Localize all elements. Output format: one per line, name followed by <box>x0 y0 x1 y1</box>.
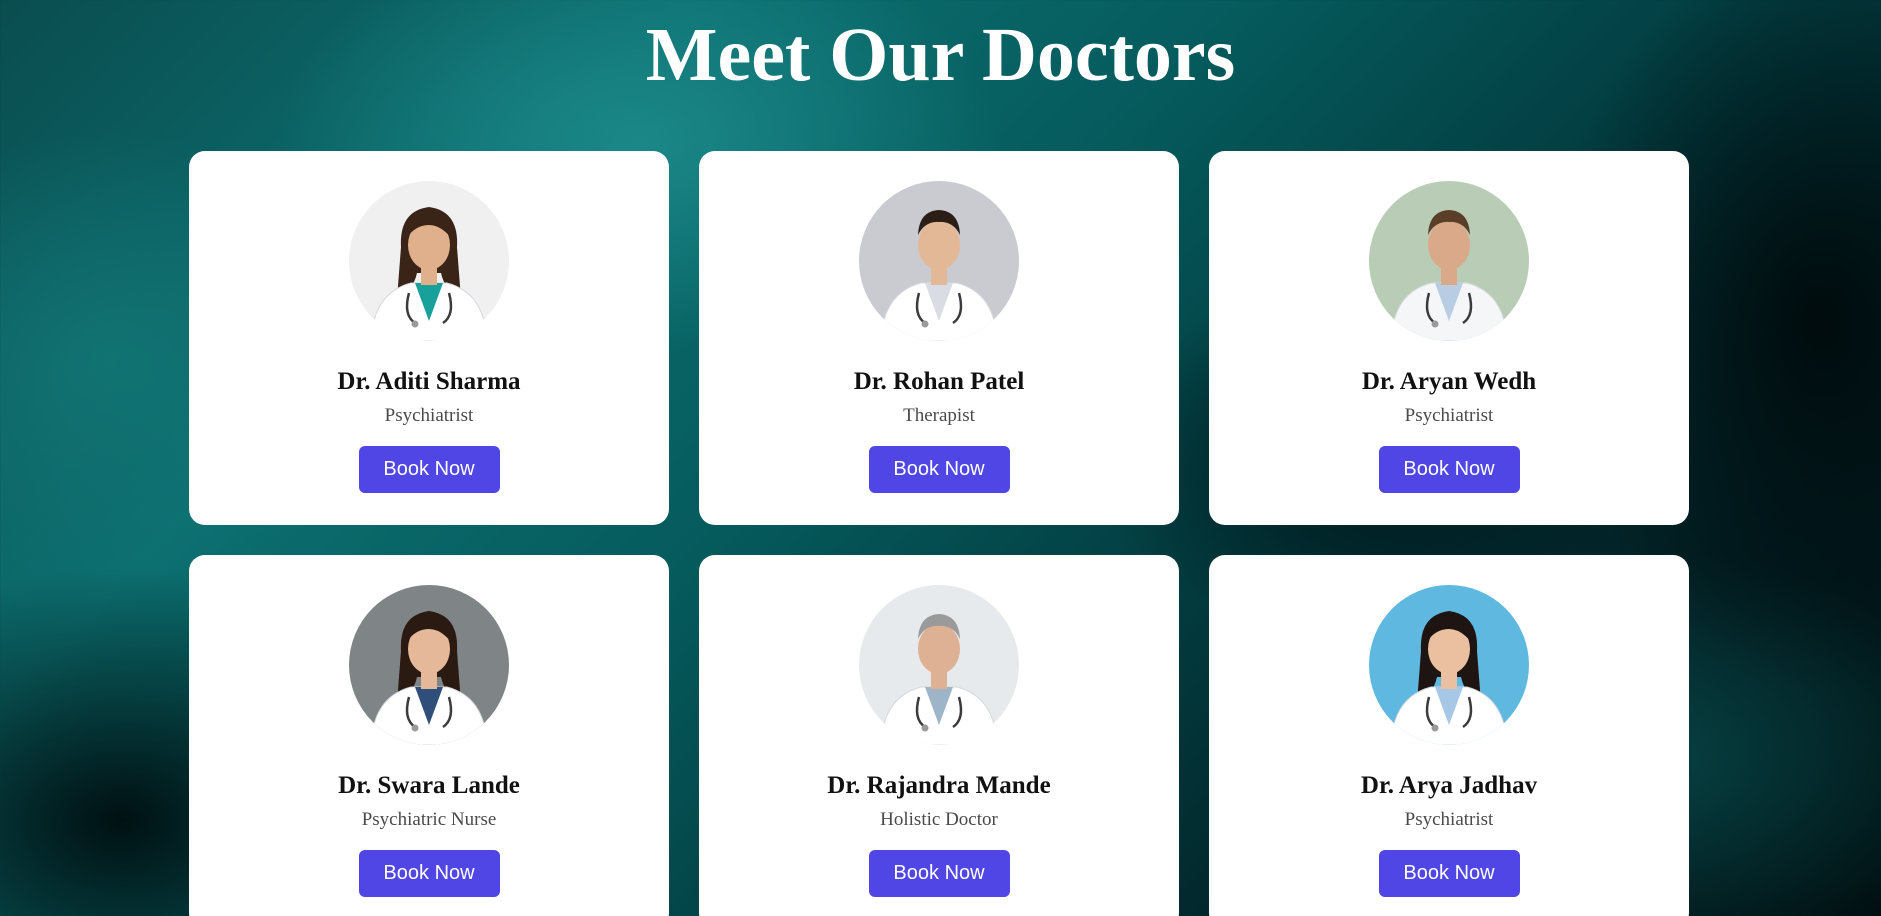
doctor-card: Dr. Aryan Wedh Psychiatrist Book Now <box>1209 151 1689 525</box>
book-now-button[interactable]: Book Now <box>1378 850 1520 897</box>
doctor-specialty: Psychiatrist <box>1404 809 1494 830</box>
doctor-specialty: Psychiatrist <box>384 405 474 426</box>
doctor-specialty: Psychiatric Nurse <box>361 809 497 830</box>
doctor-name: Dr. Rajandra Mande <box>827 772 1051 799</box>
doctor-name: Dr. Rohan Patel <box>853 368 1025 395</box>
doctor-card: Dr. Arya Jadhav Psychiatrist Book Now <box>1209 555 1689 916</box>
doctor-photo <box>859 585 1019 745</box>
doctor-card: Dr. Rajandra Mande Holistic Doctor Book No… <box>699 555 1179 916</box>
doctor-card: Dr. Rohan Patel Therapist Book Now <box>699 151 1179 525</box>
book-now-button[interactable]: Book Now <box>868 446 1010 493</box>
doctor-specialty: Holistic Doctor <box>880 809 998 830</box>
doctor-name: Dr. Aditi Sharma <box>337 368 521 395</box>
book-now-button[interactable]: Book Now <box>1378 446 1520 493</box>
doctor-photo <box>349 181 509 341</box>
doctor-name: Dr. Aryan Wedh <box>1361 368 1537 395</box>
doctor-grid: Dr. Aditi Sharma Psychiatrist Book Now Dr. … <box>189 151 1689 916</box>
doctor-specialty: Psychiatrist <box>1404 405 1494 426</box>
book-now-button[interactable]: Book Now <box>358 850 500 897</box>
doctor-card: Dr. Swara Lande Psychiatric Nurse Book Now <box>189 555 669 916</box>
doctor-card: Dr. Aditi Sharma Psychiatrist Book Now <box>189 151 669 525</box>
doctor-name: Dr. Swara Lande <box>338 772 520 799</box>
doctor-name: Dr. Arya Jadhav <box>1360 772 1538 799</box>
doctor-specialty: Therapist <box>903 405 975 426</box>
doctor-photo <box>1369 181 1529 341</box>
doctor-photo <box>859 181 1019 341</box>
book-now-button[interactable]: Book Now <box>358 446 500 493</box>
doctor-photo <box>1369 585 1529 745</box>
page-title: Meet Our Doctors <box>645 13 1236 97</box>
doctor-photo <box>349 585 509 745</box>
book-now-button[interactable]: Book Now <box>868 850 1010 897</box>
